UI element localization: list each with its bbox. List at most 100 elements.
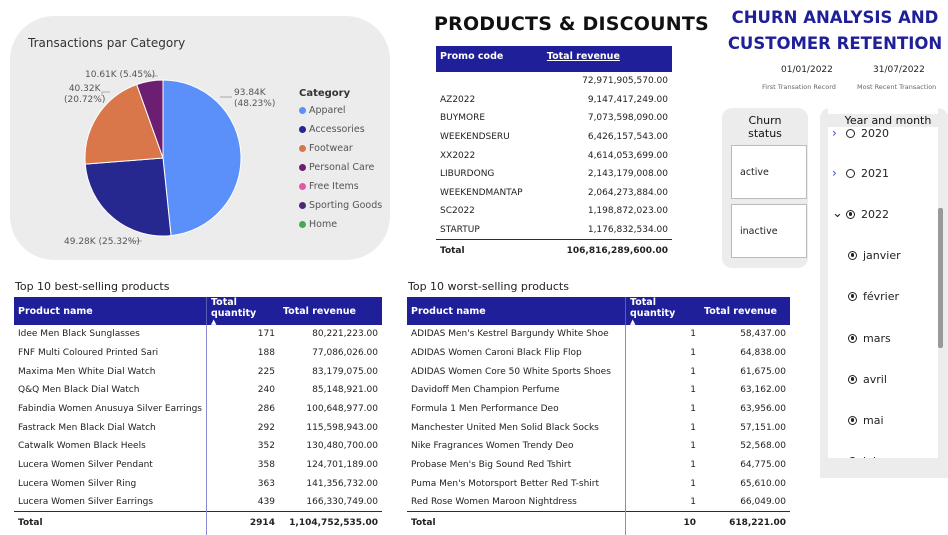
table-row[interactable]: WEEKENDSERU 6,426,157,543.00 [436, 128, 672, 147]
legend-dot-icon [299, 145, 306, 152]
table-row[interactable]: XX2022 4,614,053,699.00 [436, 146, 672, 165]
col-header-total-revenue[interactable]: Total revenue [542, 46, 672, 72]
col-header-total-quantity[interactable]: Total quantity ▲ [625, 297, 700, 326]
col-header-total-revenue[interactable]: Total revenue [700, 297, 790, 325]
table-row[interactable]: Manchester United Men Solid Black Socks 1… [407, 418, 790, 438]
table-cell: SC2022 [440, 206, 475, 217]
slicer-item-2022[interactable]: ⌄ 2022 [832, 205, 889, 223]
slicer-item-2020[interactable]: › 2020 [832, 124, 889, 142]
table-row[interactable]: 72,971,905,570.00 [436, 72, 672, 91]
last-date-value: 31/07/2022 [873, 65, 925, 75]
table-cell: 9,147,417,249.00 [587, 94, 668, 105]
legend-dot-icon [299, 164, 306, 171]
table-row[interactable]: ADIDAS Men's Kestrel Bargundy White Shoe… [407, 325, 790, 344]
promo-table: Promo code Total revenue 72,971,905,570.… [436, 46, 672, 262]
radio-button-icon[interactable] [846, 128, 855, 138]
slicer-item-label: avril [863, 372, 887, 386]
col-header-promo-code[interactable]: Promo code [436, 46, 543, 72]
legend-item[interactable]: Footwear [299, 139, 382, 158]
table-cell: 1,176,832,534.00 [587, 224, 668, 235]
slicer-item-février[interactable]: février [848, 287, 899, 305]
table-cell: 1 [625, 437, 700, 456]
table-row[interactable]: Idee Men Black Sunglasses 171 80,221,223.0… [14, 325, 382, 344]
legend-item[interactable]: Home [299, 215, 382, 234]
table-cell: ADIDAS Men's Kestrel Bargundy White Shoe [411, 329, 609, 340]
churn-option-active[interactable]: active [731, 145, 807, 199]
slicer-item-mai[interactable]: mai [848, 411, 884, 429]
table-cell: 63,162.00 [740, 385, 786, 396]
table-row[interactable]: Lucera Women Silver Ring 363 141,356,732.0… [14, 474, 382, 494]
table-row[interactable]: Puma Men's Motorsport Better Red T-shirt… [407, 474, 790, 494]
table-row[interactable]: Lucera Women Silver Pendant 358 124,701,18… [14, 455, 382, 475]
slicer-scrollbar[interactable] [938, 208, 943, 348]
table-cell: Davidoff Men Champion Perfume [411, 385, 560, 396]
table-row[interactable]: FNF Multi Coloured Printed Sari 188 77,086… [14, 343, 382, 363]
churn-title-line: CHURN ANALYSIS AND [731, 8, 939, 27]
table-row[interactable]: Maxima Men White Dial Watch 225 83,179,075… [14, 362, 382, 382]
table-row[interactable]: STARTUP 1,176,832,534.00 [436, 221, 672, 240]
table-row[interactable]: Formula 1 Men Performance Deo 1 63,956.00 [407, 399, 790, 419]
radio-button-icon[interactable] [848, 415, 857, 425]
table-cell: 225 [205, 362, 279, 382]
radio-button-icon[interactable] [848, 291, 857, 301]
table-row[interactable]: AZ2022 9,147,417,249.00 [436, 91, 672, 110]
table-row[interactable]: Red Rose Women Maroon Nightdress 1 66,049.… [407, 493, 790, 512]
table-row[interactable]: Catwalk Women Black Heels 352 130,480,700.… [14, 437, 382, 456]
first-date-value: 01/01/2022 [781, 65, 833, 75]
table-row[interactable]: LIBURDONG 2,143,179,008.00 [436, 165, 672, 184]
table-row[interactable]: Davidoff Men Champion Perfume 1 63,162.00 [407, 381, 790, 400]
radio-button-icon[interactable] [848, 333, 857, 343]
churn-title: CHURN ANALYSIS AND CUSTOMER RETENTION [722, 5, 948, 57]
col-header-total-revenue[interactable]: Total revenue [278, 297, 382, 325]
col-header-product-name[interactable]: Product name [407, 297, 626, 325]
table-row[interactable]: Nike Fragrances Women Trendy Deo 1 52,568.… [407, 437, 790, 456]
table-row[interactable]: ADIDAS Women Caroni Black Flip Flop 1 64,8… [407, 343, 790, 363]
slicer-item-2021[interactable]: › 2021 [832, 164, 889, 182]
table-row[interactable]: ADIDAS Women Core 50 White Sports Shoes 1… [407, 362, 790, 382]
legend-item[interactable]: Apparel [299, 101, 382, 120]
slicer-item-label: janvier [863, 248, 901, 262]
table-row[interactable]: SC2022 1,198,872,023.00 [436, 202, 672, 221]
table-row[interactable]: WEEKENDMANTAP 2,064,273,884.00 [436, 184, 672, 203]
table-cell: 1 [625, 343, 700, 363]
table-cell: WEEKENDSERU [440, 132, 510, 143]
slicer-item-label: 2022 [861, 207, 889, 221]
pie-slice-accessories[interactable] [84, 157, 172, 237]
legend-item[interactable]: Personal Care [299, 158, 382, 177]
table-cell: Idee Men Black Sunglasses [18, 329, 140, 340]
legend-dot-icon [299, 183, 306, 190]
slicer-item-label: février [863, 289, 900, 303]
slicer-item-janvier[interactable]: janvier [848, 246, 901, 264]
col-header-label: Total quantity [630, 297, 676, 319]
legend-item[interactable]: Accessories [299, 120, 382, 139]
chevron-right-icon[interactable]: › [832, 166, 846, 180]
legend-item[interactable]: Sporting Goods [299, 196, 382, 215]
table-row[interactable]: Lucera Women Silver Earrings 439 166,330,7… [14, 493, 382, 512]
table-cell: 1 [625, 474, 700, 494]
chevron-right-icon[interactable]: › [832, 126, 846, 140]
products-discounts-title: PRODUCTS & DISCOUNTS [434, 13, 709, 35]
radio-button-icon[interactable] [848, 250, 857, 260]
worst-selling-table: Product name Total quantity ▲ Total reven… [407, 297, 790, 535]
table-cell: 115,598,943.00 [306, 422, 378, 433]
radio-button-icon[interactable] [846, 209, 855, 219]
pie-slice-apparel[interactable] [162, 79, 242, 237]
chevron-down-icon[interactable]: ⌄ [832, 207, 846, 220]
slicer-item-avril[interactable]: avril [848, 370, 887, 388]
pie-label-accessories: 49.28K (25.32%) [64, 237, 140, 247]
radio-button-icon[interactable] [848, 374, 857, 384]
table-cell: 4,614,053,699.00 [587, 150, 668, 161]
col-header-product-name[interactable]: Product name [14, 297, 207, 325]
radio-button-icon[interactable] [846, 168, 855, 178]
legend-item[interactable]: Free Items [299, 177, 382, 196]
churn-option-inactive[interactable]: inactive [731, 204, 807, 258]
table-row[interactable]: Fastrack Men Black Dial Watch 292 115,598,… [14, 418, 382, 438]
table-row[interactable]: BUYMORE 7,073,598,090.00 [436, 109, 672, 128]
table-row[interactable]: Fabindia Women Anusuya Silver Earrings 28… [14, 399, 382, 419]
total-cell: 2914 [205, 511, 279, 535]
col-header-total-quantity[interactable]: Total quantity ▲ [205, 297, 279, 326]
table-row[interactable]: Q&Q Men Black Dial Watch 240 85,148,921.00 [14, 381, 382, 400]
table-cell: 124,701,189.00 [306, 460, 378, 471]
slicer-item-mars[interactable]: mars [848, 329, 891, 347]
table-row[interactable]: Probase Men's Big Sound Red Tshirt 1 64,77… [407, 455, 790, 475]
